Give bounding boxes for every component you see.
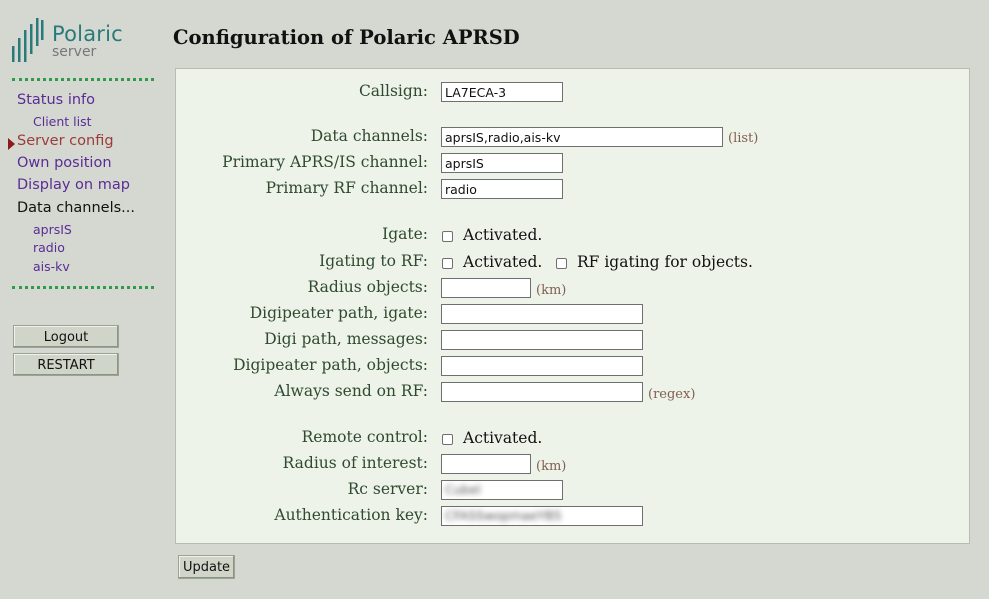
- rf-igating-objects-label: RF igating for objects.: [577, 253, 753, 271]
- radius-objects-input[interactable]: [441, 278, 531, 298]
- digi-path-igate-input[interactable]: [441, 304, 643, 324]
- auth-key-input[interactable]: CFASSwopmaeYB5: [441, 506, 643, 526]
- radius-interest-input[interactable]: [441, 454, 531, 474]
- primary-rf-input[interactable]: [441, 179, 563, 199]
- always-send-rf-hint: (regex): [648, 387, 696, 402]
- rc-server-value: Cubel: [445, 482, 481, 497]
- auth-key-value: CFASSwopmaeYB5: [445, 508, 562, 523]
- sidebar-divider-bottom: [12, 286, 154, 289]
- logo-subtitle: server: [52, 44, 97, 60]
- callsign-input[interactable]: [441, 82, 563, 102]
- sidebar-item-display-on-map[interactable]: Display on map: [17, 177, 130, 193]
- igate-label: Igate:: [382, 225, 428, 243]
- sidebar-item-status-info[interactable]: Status info: [17, 92, 95, 108]
- primary-rf-label: Primary RF channel:: [265, 179, 428, 197]
- digi-path-igate-label: Digipeater path, igate:: [249, 304, 428, 322]
- always-send-rf-label: Always send on RF:: [274, 382, 428, 400]
- igating-rf-label: Igating to RF:: [319, 252, 428, 270]
- logo-bars-icon: [12, 18, 44, 62]
- radius-interest-hint: (km): [536, 459, 567, 474]
- igate-checkbox[interactable]: [442, 231, 453, 242]
- sidebar-item-ais-kv[interactable]: ais-kv: [33, 259, 70, 274]
- digi-path-messages-label: Digi path, messages:: [264, 330, 428, 348]
- remote-control-checkbox[interactable]: [442, 434, 453, 445]
- igating-rf-checkbox[interactable]: [442, 258, 453, 269]
- rc-server-input[interactable]: Cubel: [441, 480, 563, 500]
- always-send-rf-input[interactable]: [441, 382, 643, 402]
- logout-button[interactable]: Logout: [13, 325, 119, 348]
- update-button[interactable]: Update: [178, 555, 235, 579]
- igating-rf-checkbox-label: Activated.: [463, 253, 543, 271]
- sidebar-item-client-list[interactable]: Client list: [33, 114, 92, 129]
- igate-checkbox-label: Activated.: [463, 226, 543, 244]
- remote-control-label: Remote control:: [301, 428, 428, 446]
- sidebar-item-server-config: Server config: [17, 133, 114, 149]
- primary-aprsis-label: Primary APRS/IS channel:: [222, 153, 428, 171]
- restart-button[interactable]: RESTART: [13, 353, 119, 376]
- current-page-marker-icon: [8, 138, 15, 150]
- radius-objects-hint: (km): [536, 283, 567, 298]
- auth-key-label: Authentication key:: [274, 506, 428, 524]
- polaric-logo: Polaric server: [10, 16, 150, 64]
- sidebar-divider-top: [12, 78, 154, 81]
- primary-aprsis-input[interactable]: [441, 153, 563, 173]
- digi-path-messages-input[interactable]: [441, 330, 643, 350]
- rf-igating-objects-checkbox[interactable]: [556, 258, 567, 269]
- rc-server-label: Rc server:: [347, 480, 428, 498]
- data-channels-hint: (list): [728, 131, 759, 146]
- digi-path-objects-input[interactable]: [441, 356, 643, 376]
- sidebar-heading-data-channels: Data channels...: [17, 200, 135, 216]
- sidebar-item-aprsis[interactable]: aprsIS: [33, 222, 72, 237]
- data-channels-label: Data channels:: [310, 127, 428, 145]
- radius-interest-label: Radius of interest:: [282, 454, 428, 472]
- sidebar-item-own-position[interactable]: Own position: [17, 155, 112, 171]
- callsign-label: Callsign:: [358, 82, 428, 100]
- page-title: Configuration of Polaric APRSD: [173, 26, 520, 49]
- remote-control-checkbox-label: Activated.: [463, 429, 543, 447]
- digi-path-objects-label: Digipeater path, objects:: [233, 356, 428, 374]
- data-channels-input[interactable]: [441, 127, 723, 147]
- sidebar-item-radio[interactable]: radio: [33, 240, 65, 255]
- logo-title: Polaric: [52, 22, 123, 46]
- radius-objects-label: Radius objects:: [307, 278, 428, 296]
